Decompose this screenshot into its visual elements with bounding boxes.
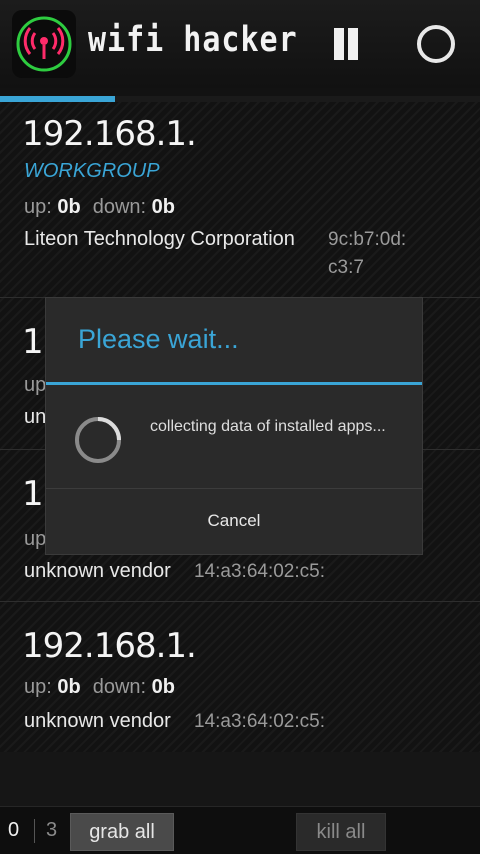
host-vendor: un [24,406,47,428]
bottom-bar: 0 3 grab all kill all [0,806,480,854]
count-divider [34,819,35,843]
host-mac: 14:a3:64:02:c5: [194,561,325,582]
list-item[interactable]: 192.168.1. up: 0b down: 0b unknown vendor… [0,602,480,752]
host-mac: 9c:b7:0d: c3:7 [328,229,407,278]
list-item[interactable]: 192.168.1. WORKGROUP up: 0b down: 0b Lite… [0,102,480,298]
pause-icon[interactable] [330,24,362,64]
total-count: 3 [46,819,58,841]
selected-count: 0 [8,819,20,841]
refresh-spinner-icon[interactable] [414,22,458,66]
list-footer-space [0,752,480,806]
dialog-title: Please wait... [78,324,239,354]
host-ip: 192.168.1. [22,114,197,154]
wifi-signal-icon [12,10,76,78]
host-traffic: up: 0b down: 0b [24,676,175,698]
kill-all-button[interactable]: kill all [296,813,386,851]
host-vendor: unknown vendor [24,560,171,582]
loading-spinner-icon [72,414,124,466]
cancel-button[interactable]: Cancel [46,489,422,553]
host-vendor: Liteon Technology Corporation [24,228,295,250]
dialog-divider [46,382,422,385]
host-traffic: up: 0b down: 0b [24,196,175,218]
progress-dialog: Please wait... collecting data of instal… [46,298,422,554]
host-traffic: up [24,528,47,550]
grab-all-button[interactable]: grab all [70,813,174,851]
action-bar: wifi hacker [0,0,480,88]
host-vendor: unknown vendor [24,710,171,732]
dialog-message: collecting data of installed apps... [150,418,386,435]
host-workgroup: WORKGROUP [24,160,160,182]
host-mac: 14:a3:64:02:c5: [194,711,325,732]
app-title: wifi hacker [88,20,298,61]
host-traffic: up [24,374,47,396]
host-ip: 192.168.1. [22,626,197,666]
